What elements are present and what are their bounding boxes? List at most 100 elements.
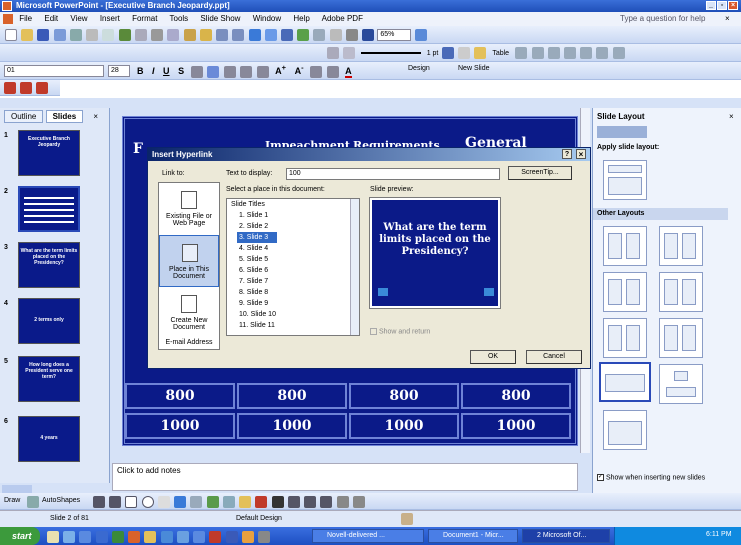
line-icon[interactable] <box>93 496 105 508</box>
shadow-style-icon[interactable] <box>336 496 349 508</box>
increase-indent-icon[interactable] <box>326 65 339 78</box>
layout-option[interactable] <box>603 318 647 358</box>
value-cell[interactable]: 800 <box>461 383 571 409</box>
menu-file[interactable]: File <box>19 14 32 23</box>
layout-option[interactable] <box>603 272 647 312</box>
cut-icon[interactable] <box>151 29 164 41</box>
quicklaunch-icon[interactable] <box>176 531 189 543</box>
print-icon[interactable] <box>86 29 99 41</box>
new-icon[interactable] <box>5 29 17 41</box>
open-icon[interactable] <box>21 29 34 41</box>
undo-icon[interactable] <box>216 29 229 41</box>
expand-all-icon[interactable] <box>313 29 326 41</box>
create-new-document-option[interactable]: Create New Document <box>159 287 219 339</box>
email-address-option[interactable]: E-mail Address <box>159 339 219 349</box>
textbox-icon[interactable] <box>157 496 170 508</box>
ok-button[interactable]: OK <box>470 350 516 364</box>
dialog-close-icon[interactable]: × <box>576 149 586 159</box>
layout-option[interactable] <box>659 364 703 404</box>
slide-thumbnail-selected[interactable] <box>18 186 80 232</box>
grid-icon[interactable] <box>345 29 358 41</box>
align-top-icon[interactable] <box>547 47 560 59</box>
tree-item[interactable]: 6. Slide 6 <box>227 265 359 276</box>
document-tree[interactable]: Slide Titles 1. Slide 1 2. Slide 2 3. Sl… <box>226 198 360 336</box>
layout-option[interactable] <box>659 272 703 312</box>
menu-insert[interactable]: Insert <box>100 14 120 23</box>
slide-thumbnail[interactable]: 4 years <box>18 416 80 462</box>
slide-thumbnail[interactable]: How long does a President serve one term… <box>18 356 80 402</box>
tree-item[interactable]: 2. Slide 2 <box>227 221 359 232</box>
arrow-icon[interactable] <box>109 496 122 508</box>
clipart-icon[interactable] <box>206 496 219 508</box>
font-name-box[interactable]: 01 <box>4 65 104 77</box>
value-cell[interactable]: 1000 <box>237 413 347 439</box>
bold-button[interactable]: B <box>137 66 144 76</box>
task-pane-nav[interactable] <box>597 126 647 138</box>
quicklaunch-icon[interactable] <box>209 531 222 543</box>
paste-icon[interactable] <box>183 29 196 41</box>
draw-menu-button[interactable]: Draw <box>4 497 20 504</box>
decrease-font-icon[interactable]: A- <box>295 63 304 76</box>
tables-borders-icon[interactable] <box>280 29 293 41</box>
menu-slide-show[interactable]: Slide Show <box>200 14 240 23</box>
save-icon[interactable] <box>37 29 50 41</box>
close-pane-icon[interactable]: × <box>93 112 98 121</box>
menu-view[interactable]: View <box>70 14 87 23</box>
eraser-icon[interactable] <box>343 47 356 59</box>
layout-option[interactable] <box>603 226 647 266</box>
quicklaunch-icon[interactable] <box>193 531 206 543</box>
quicklaunch-icon[interactable] <box>144 531 157 543</box>
line-style-box[interactable] <box>361 52 422 54</box>
email-icon[interactable] <box>69 29 82 41</box>
picture-icon[interactable] <box>222 496 235 508</box>
bullets-icon[interactable] <box>256 65 269 78</box>
cancel-button[interactable]: Cancel <box>526 350 582 364</box>
screentip-button[interactable]: ScreenTip... <box>508 166 572 180</box>
layout-option-selected[interactable] <box>599 362 651 402</box>
place-in-document-option[interactable]: Place in This Document <box>159 235 219 287</box>
quicklaunch-icon[interactable] <box>128 531 141 543</box>
distribute-rows-icon[interactable] <box>596 47 609 59</box>
slide-thumbnail[interactable]: Executive Branch Jeopardy <box>18 130 80 176</box>
quicklaunch-icon[interactable] <box>225 531 238 543</box>
show-when-checkbox[interactable]: ✓ Show when inserting new slides <box>597 474 705 481</box>
format-painter-icon[interactable] <box>199 29 212 41</box>
italic-button[interactable]: I <box>152 66 155 76</box>
autoshapes-button[interactable]: AutoShapes <box>42 497 80 504</box>
font-color-draw-icon[interactable] <box>271 496 284 508</box>
shadow-button[interactable]: S <box>178 66 184 76</box>
distribute-columns-icon[interactable] <box>612 47 625 59</box>
tree-item[interactable]: 9. Slide 9 <box>227 298 359 309</box>
value-cell[interactable]: 800 <box>237 383 347 409</box>
show-formatting-icon[interactable] <box>329 29 342 41</box>
value-cell[interactable]: 1000 <box>461 413 571 439</box>
permission-icon[interactable] <box>53 29 66 41</box>
tree-item-selected[interactable]: 3. Slide 3 <box>237 232 277 243</box>
tree-item[interactable]: 1. Slide 1 <box>227 210 359 221</box>
line-width-box[interactable]: 1 pt <box>427 50 439 57</box>
arrow-style-icon[interactable] <box>320 496 333 508</box>
start-button[interactable]: start <box>0 527 40 545</box>
insert-hyperlink-icon[interactable] <box>297 29 310 41</box>
menu-help[interactable]: Help <box>293 14 309 23</box>
menu-format[interactable]: Format <box>132 14 157 23</box>
value-cell[interactable]: 800 <box>349 383 459 409</box>
layout-option[interactable] <box>603 410 647 450</box>
value-cell[interactable]: 1000 <box>349 413 459 439</box>
markup-icon[interactable] <box>4 82 16 94</box>
slide-thumbnail[interactable]: 2 terms only <box>18 298 80 344</box>
merge-cells-icon[interactable] <box>515 47 528 59</box>
fill-color-icon[interactable] <box>474 47 487 59</box>
close-doc-icon[interactable]: × <box>725 12 730 26</box>
restore-icon[interactable]: ▫ <box>717 1 727 10</box>
menu-adobe-pdf[interactable]: Adobe PDF <box>322 14 363 23</box>
tree-item[interactable]: 10. Slide 10 <box>227 309 359 320</box>
align-right-icon[interactable] <box>223 65 236 78</box>
quicklaunch-icon[interactable] <box>47 531 59 543</box>
tree-root[interactable]: Slide Titles <box>227 199 359 210</box>
tree-item[interactable]: 8. Slide 8 <box>227 287 359 298</box>
quicklaunch-icon[interactable] <box>63 531 76 543</box>
decrease-indent-icon[interactable] <box>310 65 323 78</box>
layout-title-only[interactable] <box>603 160 647 200</box>
zoom-box[interactable]: 65% <box>377 29 412 41</box>
